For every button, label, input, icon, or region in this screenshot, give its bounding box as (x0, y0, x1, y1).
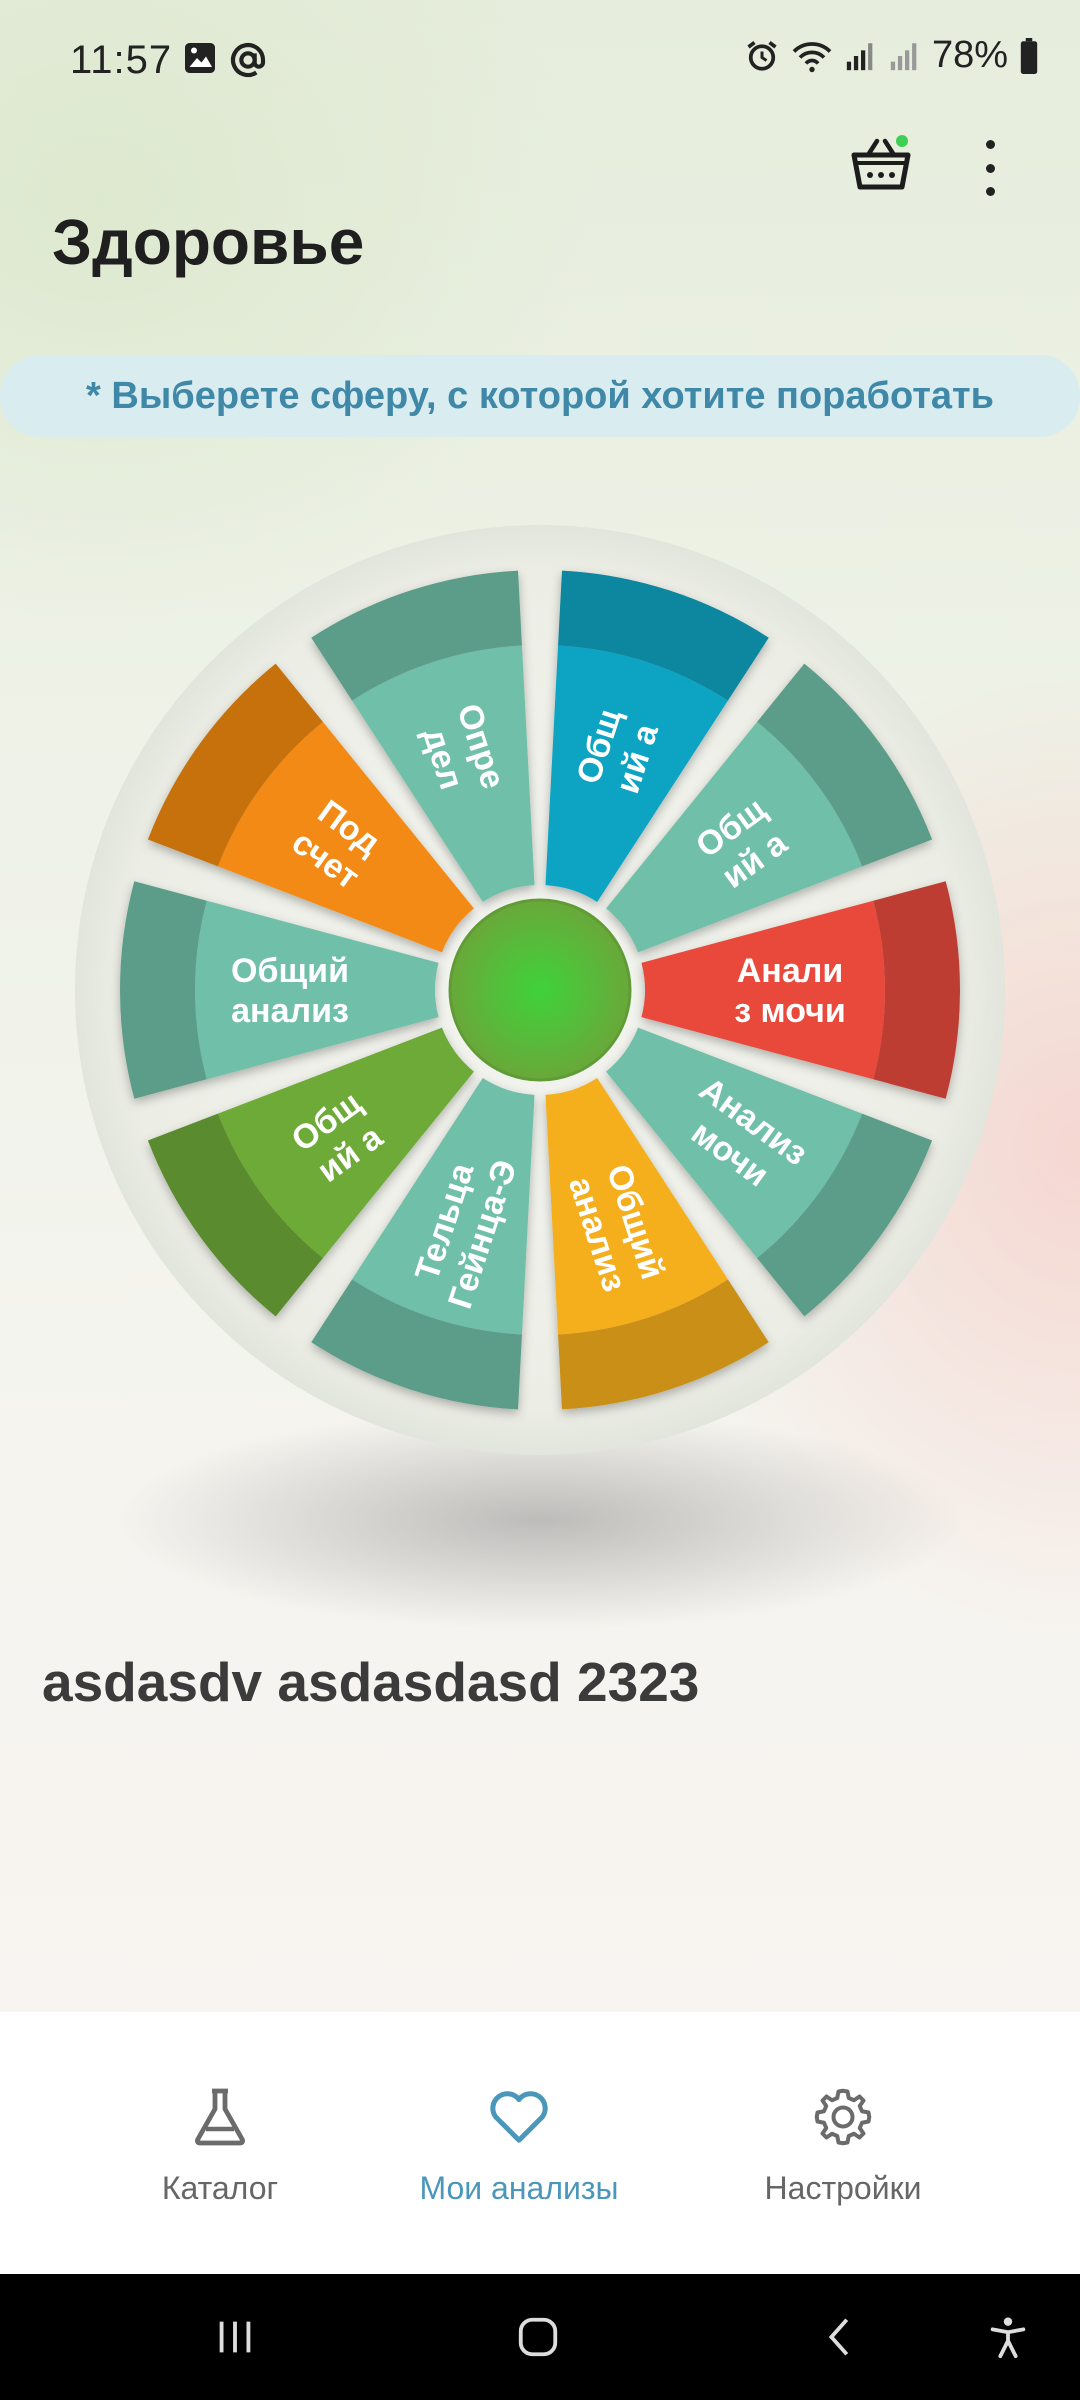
recents-icon[interactable] (212, 2314, 258, 2360)
back-icon[interactable] (818, 2314, 864, 2360)
more-dot (985, 187, 995, 196)
wifi-icon (792, 41, 832, 72)
page-title: Здоровье (52, 206, 365, 278)
profile-name: asdasdv asdasdasd 2323 (42, 1651, 700, 1713)
wheel-segment-label-line: Общий (231, 952, 349, 990)
home-icon[interactable] (515, 2314, 561, 2360)
nav-catalog-label: Каталог (161, 2170, 279, 2206)
status-time: 11:57 (70, 38, 173, 82)
battery-percent: 78% (931, 34, 1008, 76)
heart-icon (490, 2091, 548, 2143)
wheel-segment-label-line: Анали (737, 952, 844, 990)
status-bar: 11:57 78% (0, 0, 1080, 120)
wheel-center[interactable] (448, 898, 632, 1082)
system-navigation-bar (0, 2274, 1080, 2400)
nav-settings[interactable]: Настройки (693, 2082, 993, 2207)
at-icon (230, 42, 266, 78)
wheel-segment-label-line: анализ (231, 992, 349, 1030)
wheel-segment-rim (119, 881, 207, 1099)
flask-icon (195, 2088, 245, 2146)
hint-text: * Выберете сферу, с которой хотите пораб… (86, 374, 994, 417)
more-dot (985, 140, 995, 149)
cart-badge-dot (896, 135, 908, 147)
nav-catalog[interactable]: Каталог (70, 2082, 370, 2207)
battery-icon (1020, 37, 1038, 74)
image-icon (185, 43, 215, 73)
wheel-segment-label-line: з мочи (734, 992, 846, 1030)
nav-my-tests[interactable]: Мои анализы (369, 2082, 669, 2207)
nav-settings-label: Настройки (764, 2170, 922, 2206)
more-options-button[interactable] (975, 140, 1005, 196)
hint-banner: * Выберете сферу, с которой хотите пораб… (0, 355, 1080, 437)
cart-button[interactable] (850, 135, 912, 193)
signal-icon (846, 42, 873, 70)
wheel-segment-rim (873, 881, 960, 1099)
more-dot (985, 163, 995, 173)
accessibility-icon[interactable] (985, 2314, 1031, 2360)
bottom-navigation: Каталог Мои анализы Настройки (0, 2012, 1080, 2274)
gear-icon (814, 2088, 872, 2146)
signal-icon (890, 42, 917, 70)
alarm-icon (747, 40, 777, 71)
nav-my-tests-label: Мои анализы (419, 2170, 619, 2206)
category-wheel: Определ Общий аОбщий аАнали з мочиАнализмо… (75, 525, 1005, 1455)
